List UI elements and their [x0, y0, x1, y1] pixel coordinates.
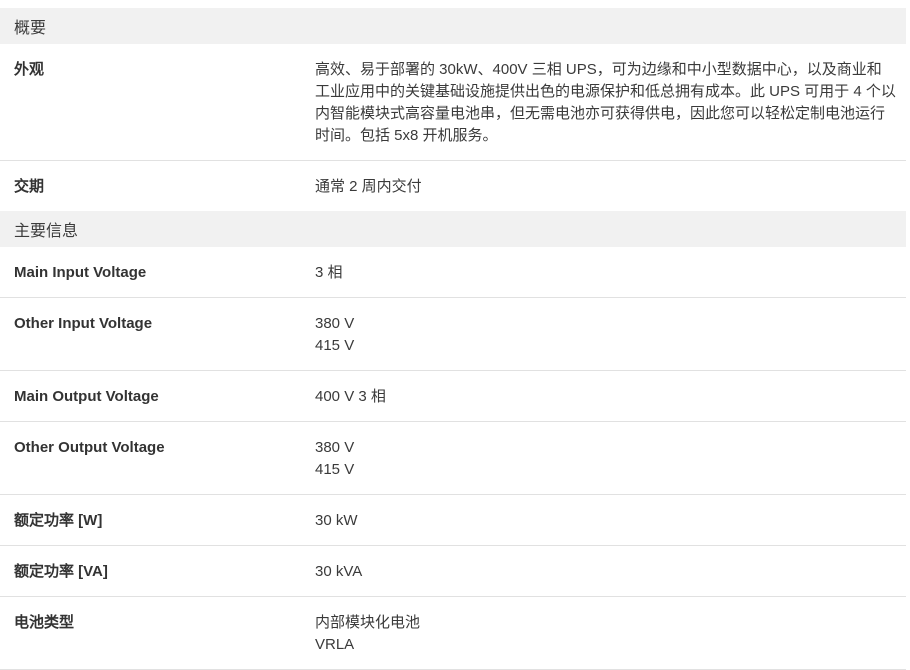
spec-row-appearance: 外观 高效、易于部署的 30kW、400V 三相 UPS，可为边缘和中小型数据中… [0, 44, 906, 160]
spec-row-main-input-voltage: Main Input Voltage 3 相 [0, 247, 906, 297]
spec-value-line: 380 V [315, 437, 896, 459]
spec-row-rated-power-va: 额定功率 [VA] 30 kVA [0, 545, 906, 596]
spec-label: 外观 [0, 59, 315, 81]
spec-value: 30 kW [315, 510, 906, 532]
section-header-overview: 概要 [0, 8, 906, 44]
spec-label: 交期 [0, 176, 315, 198]
spec-value: 380 V 415 V [315, 437, 906, 481]
spec-value: 高效、易于部署的 30kW、400V 三相 UPS，可为边缘和中小型数据中心，以… [315, 59, 906, 147]
spec-label: Main Input Voltage [0, 262, 315, 284]
section-header-main-info: 主要信息 [0, 211, 906, 247]
spec-label: 额定功率 [W] [0, 510, 315, 532]
spec-value: 380 V 415 V [315, 313, 906, 357]
spec-value: 400 V 3 相 [315, 386, 906, 408]
spec-value-line: 3 相 [315, 262, 896, 284]
spec-value: 通常 2 周内交付 [315, 176, 906, 198]
spec-label: Other Output Voltage [0, 437, 315, 459]
spec-row-other-input-voltage: Other Input Voltage 380 V 415 V [0, 297, 906, 370]
section-rows-overview: 外观 高效、易于部署的 30kW、400V 三相 UPS，可为边缘和中小型数据中… [0, 44, 906, 211]
spec-row-other-output-voltage: Other Output Voltage 380 V 415 V [0, 421, 906, 494]
spec-value-line: 高效、易于部署的 30kW、400V 三相 UPS，可为边缘和中小型数据中心，以… [315, 59, 896, 147]
spec-row-main-output-voltage: Main Output Voltage 400 V 3 相 [0, 370, 906, 421]
spec-value-line: 内部模块化电池 [315, 612, 896, 634]
spec-value-line: VRLA [315, 634, 896, 656]
spec-value-line: 400 V 3 相 [315, 386, 896, 408]
spec-row-battery-type: 电池类型 内部模块化电池 VRLA [0, 596, 906, 669]
spec-value: 30 kVA [315, 561, 906, 583]
spec-value-line: 380 V [315, 313, 896, 335]
section-rows-main-info: Main Input Voltage 3 相 Other Input Volta… [0, 247, 906, 669]
spec-value-line: 30 kW [315, 510, 896, 532]
spec-label: Other Input Voltage [0, 313, 315, 335]
spec-value-line: 415 V [315, 459, 896, 481]
spec-label: 电池类型 [0, 612, 315, 634]
spec-value-line: 30 kVA [315, 561, 896, 583]
product-spec-table: 概要 外观 高效、易于部署的 30kW、400V 三相 UPS，可为边缘和中小型… [0, 8, 906, 670]
spec-value-line: 通常 2 周内交付 [315, 176, 896, 198]
spec-label: 额定功率 [VA] [0, 561, 315, 583]
spec-value-line: 415 V [315, 335, 896, 357]
spec-label: Main Output Voltage [0, 386, 315, 408]
spec-value: 内部模块化电池 VRLA [315, 612, 906, 656]
section-title: 主要信息 [14, 217, 78, 241]
section-title: 概要 [14, 14, 46, 38]
spec-row-rated-power-w: 额定功率 [W] 30 kW [0, 494, 906, 545]
spec-row-delivery: 交期 通常 2 周内交付 [0, 160, 906, 211]
spec-value: 3 相 [315, 262, 906, 284]
